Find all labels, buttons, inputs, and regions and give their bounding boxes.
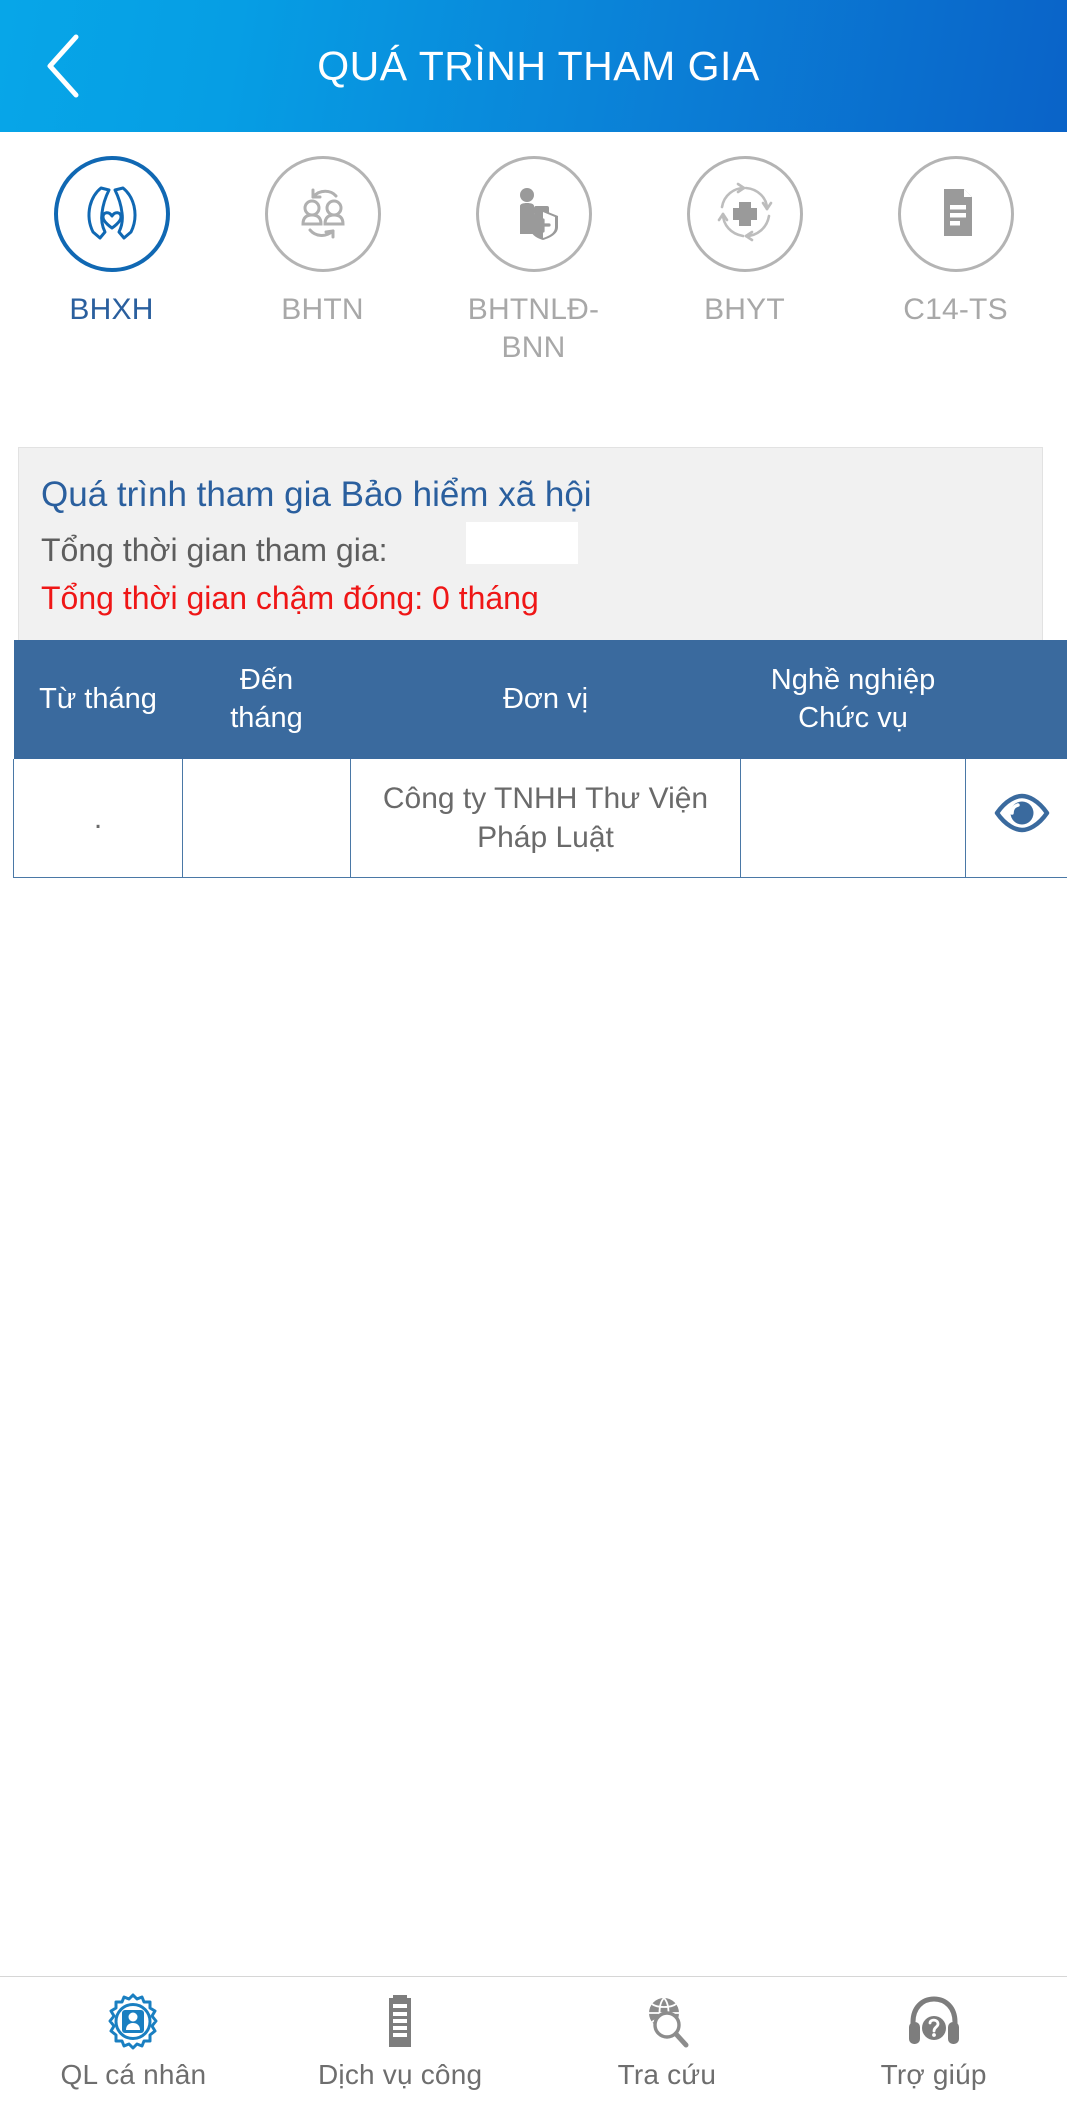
bottom-navigation-bar: QL cá nhân Dịch vụ công Tra cứu Trợ giúp [0,1976,1067,2115]
praying-hands-heart-icon [76,176,148,253]
nav-item-dich-vu-cong[interactable]: Dịch vụ công [267,1991,534,2089]
table-header-row: Từ tháng Đến tháng Đơn vị Nghề nghiệp Chức… [13,640,1067,760]
globe-search-icon [637,1991,697,2053]
cell-from-month: . [13,759,183,878]
participation-table: Từ tháng Đến tháng Đơn vị Nghề nghiệp Chức… [13,640,1067,878]
tab-c14-ts-label: C14-TS [903,293,1008,326]
column-header-to-month: Đến tháng [182,640,351,760]
worker-shield-icon [498,176,570,253]
tab-bhtn-label: BHTN [281,293,364,326]
table-row[interactable]: . Công ty TNHH Thư Viện Pháp Luật [13,759,1067,878]
column-header-job-position: Nghề nghiệp Chức vụ [740,640,966,760]
view-detail-button[interactable] [976,793,1067,843]
document-lines-icon [920,176,992,253]
tab-bhyt-label: BHYT [704,293,785,326]
nav-item-tra-cuu[interactable]: Tra cứu [534,1991,801,2089]
total-participation-label: Tổng thời gian tham gia: [41,532,388,568]
tab-c14-ts[interactable]: C14-TS [850,156,1061,329]
cell-job-position [740,759,966,878]
tab-c14-ts-circle [897,156,1014,272]
headset-help-icon [904,1991,964,2053]
late-payment-row: Tổng thời gian chậm đóng: 0 tháng [41,580,539,616]
page-title: QUÁ TRÌNH THAM GIA [317,42,760,89]
app-root: QUÁ TRÌNH THAM GIA BHXH BHTN BHTNLĐ-BNN … [0,0,1067,2115]
nav-item-ql-ca-nhan[interactable]: QL cá nhân [0,1991,267,2089]
tab-bhtn-circle [264,156,381,272]
participation-table-wrapper: Từ tháng Đến tháng Đơn vị Nghề nghiệp Chức… [13,640,1067,878]
person-gear-icon [103,1991,163,2053]
cell-action [965,759,1067,878]
tab-bhxh-circle [53,156,170,272]
tab-bhtnld-bnn[interactable]: BHTNLĐ-BNN [428,156,639,366]
tab-bhtnld-bnn-circle [475,156,592,272]
summary-title: Quá trình tham gia Bảo hiểm xã hội [41,475,592,514]
cell-to-month [182,759,351,878]
document-icon [370,1991,430,2053]
chevron-left-icon [42,33,86,99]
nav-item-tro-giup[interactable]: Trợ giúp [800,1991,1067,2089]
people-exchange-icon [287,176,359,253]
app-header-bar: QUÁ TRÌNH THAM GIA [0,0,1067,132]
column-header-from-month: Từ tháng [13,640,183,760]
nav-label-tra-cuu: Tra cứu [617,2059,717,2090]
category-tab-strip: BHXH BHTN BHTNLĐ-BNN BHYT C14-TS [0,132,1067,428]
medical-cross-cycle-icon [709,176,781,253]
table-body: . Công ty TNHH Thư Viện Pháp Luật [13,759,1067,878]
tab-bhyt[interactable]: BHYT [639,156,850,329]
cell-unit: Công ty TNHH Thư Viện Pháp Luật [350,759,741,878]
nav-label-ql-ca-nhan: QL cá nhân [60,2059,207,2090]
tab-bhxh-label: BHXH [69,293,154,326]
column-header-unit: Đơn vị [350,640,741,760]
redaction-overlay [466,522,578,564]
eye-icon [994,793,1050,843]
tab-bhxh[interactable]: BHXH [6,156,217,329]
content-spacer [0,877,1067,1976]
summary-info-panel: Quá trình tham gia Bảo hiểm xã hội Tổng … [18,447,1043,640]
tab-bhtnld-bnn-label: BHTNLĐ-BNN [467,293,600,364]
nav-label-tro-giup: Trợ giúp [880,2059,987,2090]
tab-bhyt-circle [686,156,803,272]
tab-bhtn[interactable]: BHTN [217,156,428,329]
table-header: Từ tháng Đến tháng Đơn vị Nghề nghiệp Chức… [13,640,1067,760]
total-participation-row: Tổng thời gian tham gia: [41,522,1042,570]
nav-label-dich-vu-cong: Dịch vụ công [317,2059,483,2090]
column-header-action [965,640,1067,760]
back-button[interactable] [16,0,112,132]
